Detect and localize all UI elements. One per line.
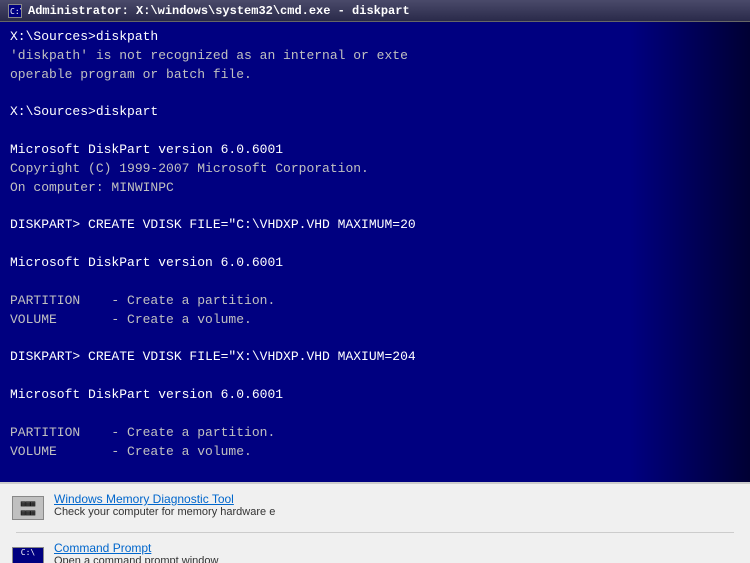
taskbar-item-memory[interactable]: ▦▦▦▦▦▦ Windows Memory Diagnostic Tool Ch… bbox=[8, 488, 742, 528]
cmd-line: DISKPART> bbox=[10, 480, 740, 482]
cmd-line: X:\Sources>diskpath bbox=[10, 28, 740, 47]
cmd-line: Microsoft DiskPart version 6.0.6001 bbox=[10, 386, 740, 405]
cmd-line: Microsoft DiskPart version 6.0.6001 bbox=[10, 254, 740, 273]
svg-text:C:\: C:\ bbox=[10, 7, 21, 16]
taskbar-item-cmd-title[interactable]: Command Prompt bbox=[54, 541, 218, 555]
cmd-line: VOLUME - Create a volume. bbox=[10, 311, 740, 330]
cmd-line bbox=[10, 461, 740, 480]
cmd-line bbox=[10, 85, 740, 104]
taskbar-popup: ▦▦▦▦▦▦ Windows Memory Diagnostic Tool Ch… bbox=[0, 482, 750, 563]
cmd-line: PARTITION - Create a partition. bbox=[10, 292, 740, 311]
cmd-line: 'diskpath' is not recognized as an inter… bbox=[10, 47, 740, 66]
memory-icon: ▦▦▦▦▦▦ bbox=[12, 492, 44, 524]
cmd-line bbox=[10, 367, 740, 386]
taskbar-item-memory-title[interactable]: Windows Memory Diagnostic Tool bbox=[54, 492, 275, 506]
cmd-line: DISKPART> CREATE VDISK FILE="C:\VHDXP.VH… bbox=[10, 216, 740, 235]
cmd-line: VOLUME - Create a volume. bbox=[10, 443, 740, 462]
cmd-line: PARTITION - Create a partition. bbox=[10, 424, 740, 443]
cmd-line bbox=[10, 273, 740, 292]
cmd-line bbox=[10, 330, 740, 349]
cmd-window: X:\Sources>diskpath'diskpath' is not rec… bbox=[0, 22, 750, 482]
cmd-line bbox=[10, 198, 740, 217]
cmd-line: Copyright (C) 1999-2007 Microsoft Corpor… bbox=[10, 160, 740, 179]
title-bar: C:\ Administrator: X:\windows\system32\c… bbox=[0, 0, 750, 22]
taskbar-items-container: ▦▦▦▦▦▦ Windows Memory Diagnostic Tool Ch… bbox=[0, 484, 750, 563]
cmd-line: Microsoft DiskPart version 6.0.6001 bbox=[10, 141, 740, 160]
taskbar-divider bbox=[16, 532, 734, 533]
taskbar-item-cmd[interactable]: C:\_ Command Prompt Open a command promp… bbox=[8, 537, 742, 563]
cmd-line: DISKPART> CREATE VDISK FILE="X:\VHDXP.VH… bbox=[10, 348, 740, 367]
title-bar-text: Administrator: X:\windows\system32\cmd.e… bbox=[28, 4, 410, 18]
cmd-line: operable program or batch file. bbox=[10, 66, 740, 85]
cmd-line bbox=[10, 235, 740, 254]
cmd-icon-container: C:\_ bbox=[12, 541, 44, 563]
cmd-line bbox=[10, 405, 740, 424]
cmd-line bbox=[10, 122, 740, 141]
taskbar-item-cmd-desc: Open a command prompt window bbox=[54, 555, 218, 563]
taskbar-item-memory-content: Windows Memory Diagnostic Tool Check you… bbox=[54, 492, 275, 518]
cmd-line: X:\Sources>diskpart bbox=[10, 103, 740, 122]
cmd-line: On computer: MINWINPC bbox=[10, 179, 740, 198]
taskbar-item-cmd-content: Command Prompt Open a command prompt win… bbox=[54, 541, 218, 563]
cmd-title-icon: C:\ bbox=[8, 4, 22, 18]
taskbar-item-memory-desc: Check your computer for memory hardware … bbox=[54, 506, 275, 518]
